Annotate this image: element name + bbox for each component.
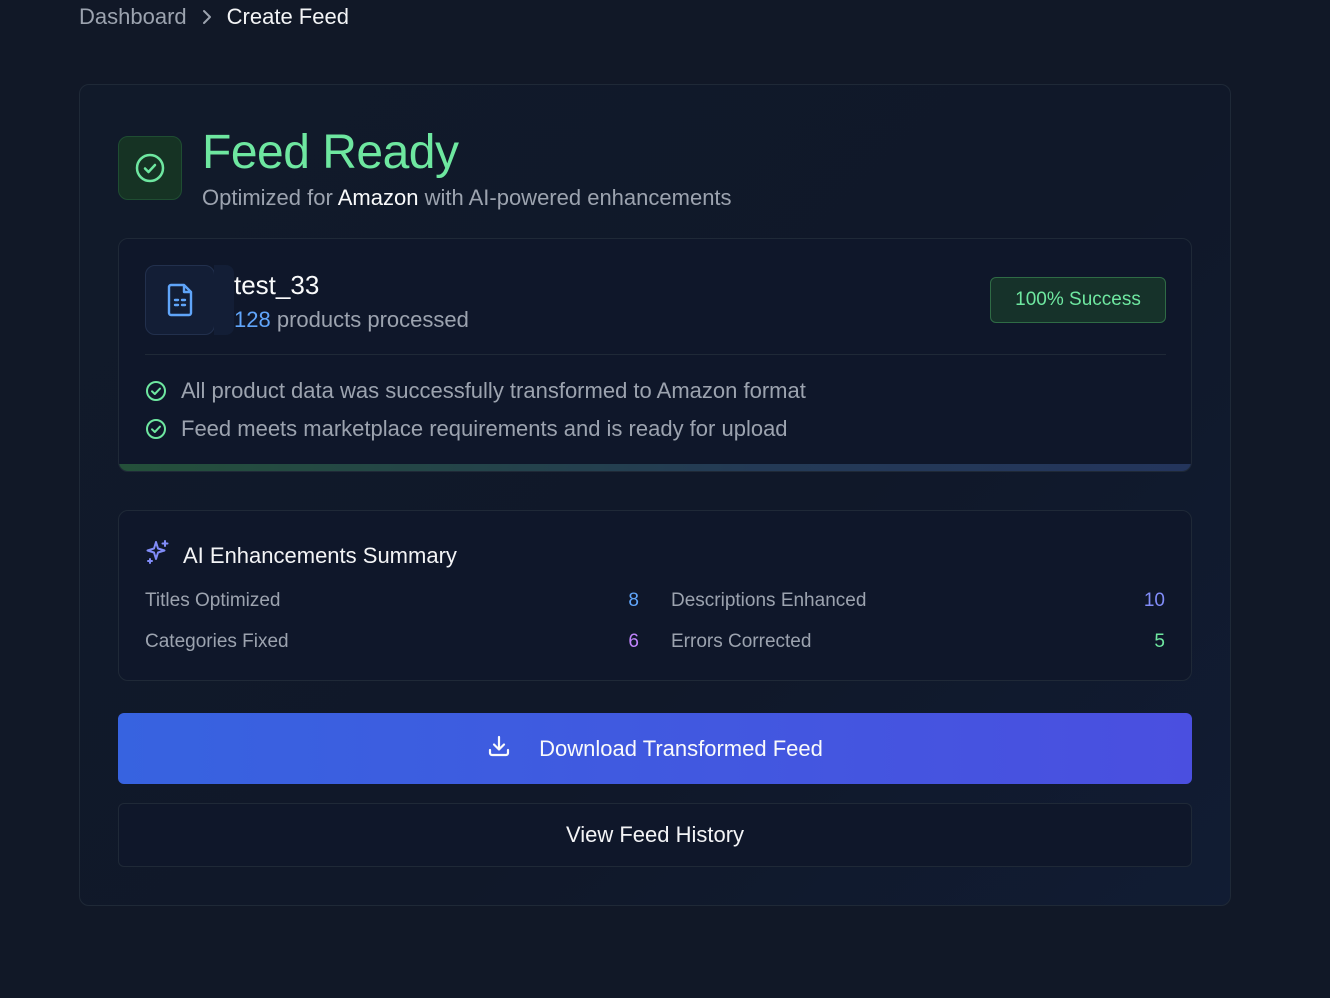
download-feed-label: Download Transformed Feed	[539, 735, 823, 761]
progress-strip	[119, 464, 1191, 471]
check-item: All product data was successfully transf…	[145, 376, 806, 406]
marketplace-name: Amazon	[337, 185, 419, 210]
ai-summary-title: AI Enhancements Summary	[183, 543, 457, 568]
breadcrumb-dashboard-link[interactable]: Dashboard	[79, 4, 187, 30]
view-feed-history-button[interactable]: View Feed History	[118, 803, 1192, 867]
file-summary-panel: test_33 128 products processed 100% Succ…	[118, 238, 1192, 472]
download-feed-button[interactable]: Download Transformed Feed	[118, 713, 1192, 784]
ai-summary-header: AI Enhancements Summary	[145, 539, 457, 573]
feed-result-card: Feed Ready Optimized for Amazon with AI-…	[79, 84, 1231, 906]
subtitle-prefix: Optimized for	[202, 185, 333, 210]
product-count-label: products processed	[276, 307, 469, 332]
page-subtitle: Optimized for Amazon with AI-powered enh…	[202, 183, 732, 213]
stat-value: 10	[1143, 590, 1165, 611]
page-title: Feed Ready	[202, 126, 459, 179]
check-circle-icon	[145, 418, 167, 440]
stat-value: 5	[1154, 631, 1165, 652]
file-spreadsheet-icon	[145, 265, 234, 335]
breadcrumb-current: Create Feed	[226, 4, 349, 29]
check-item: Feed meets marketplace requirements and …	[145, 414, 788, 444]
check-circle-icon	[145, 380, 167, 402]
feed-file-name: test_33	[234, 270, 320, 300]
download-icon	[487, 734, 511, 764]
chevron-right-icon	[201, 9, 213, 25]
product-count: 128	[234, 307, 271, 332]
breadcrumb: Dashboard Create Feed	[79, 2, 349, 32]
subtitle-suffix: with AI-powered enhancements	[424, 185, 732, 210]
check-item-text: All product data was successfully transf…	[181, 378, 806, 403]
sparkles-icon	[145, 539, 171, 573]
divider	[145, 354, 1166, 355]
check-circle-icon	[118, 136, 182, 200]
stat-label: Errors Corrected	[671, 631, 812, 652]
stat-value: 8	[628, 590, 639, 611]
stat-value: 6	[628, 631, 639, 652]
check-item-text: Feed meets marketplace requirements and …	[181, 416, 788, 441]
stat-label: Titles Optimized	[145, 590, 281, 611]
ai-enhancements-panel: AI Enhancements Summary Titles Optimized…	[118, 510, 1192, 681]
products-processed: 128 products processed	[234, 305, 469, 335]
success-badge: 100% Success	[990, 277, 1166, 323]
stat-label: Categories Fixed	[145, 631, 289, 652]
stat-label: Descriptions Enhanced	[671, 590, 867, 611]
